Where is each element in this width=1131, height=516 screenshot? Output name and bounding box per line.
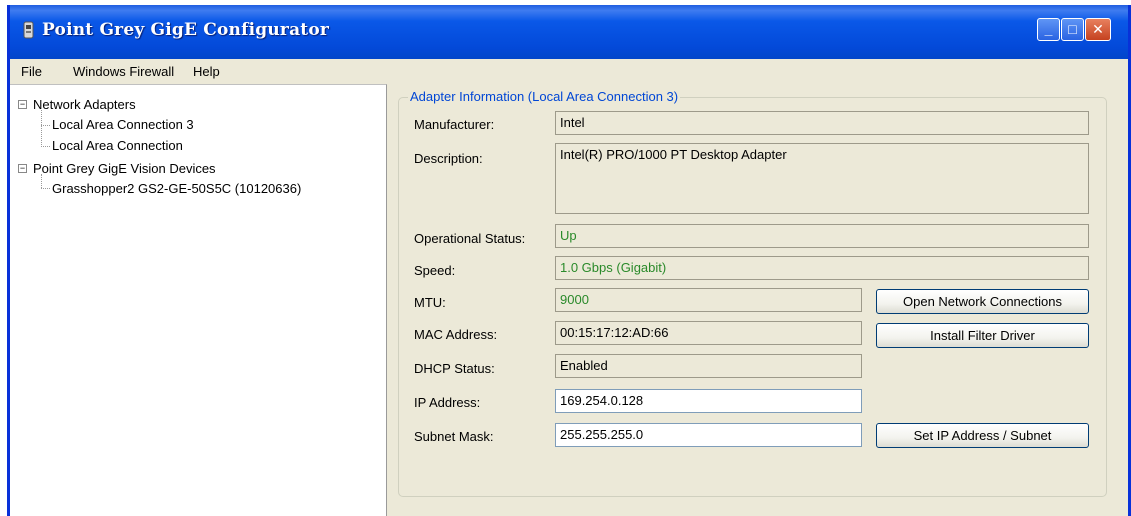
app-icon bbox=[23, 21, 34, 39]
tree-node-gige-vision-devices[interactable]: Point Grey GigE Vision Devices bbox=[33, 161, 216, 176]
description-field: Intel(R) PRO/1000 PT Desktop Adapter bbox=[555, 143, 1089, 214]
adapter-info-title: Adapter Information (Local Area Connecti… bbox=[408, 89, 681, 104]
device-tree[interactable]: − Network Adapters Local Area Connection… bbox=[10, 84, 387, 516]
manufacturer-field: Intel bbox=[555, 111, 1089, 135]
menu-help[interactable]: Help bbox=[193, 64, 220, 79]
dhcp-label: DHCP Status: bbox=[414, 361, 495, 376]
tree-node-network-adapters[interactable]: Network Adapters bbox=[33, 97, 136, 112]
minimize-button[interactable]: _ bbox=[1037, 18, 1060, 41]
tree-connector bbox=[41, 146, 50, 147]
ip-label: IP Address: bbox=[414, 395, 481, 410]
mac-label: MAC Address: bbox=[414, 327, 498, 342]
status-label: Operational Status: bbox=[414, 231, 526, 246]
maximize-button[interactable]: □ bbox=[1061, 18, 1084, 41]
tree-node-grasshopper2-camera[interactable]: Grasshopper2 GS2-GE-50S5C (10120636) bbox=[52, 181, 301, 196]
manufacturer-label: Manufacturer: bbox=[414, 117, 495, 132]
mac-field: 00:15:17:12:AD:66 bbox=[555, 321, 862, 345]
status-field: Up bbox=[555, 224, 1089, 248]
install-filter-driver-button[interactable]: Install Filter Driver bbox=[876, 323, 1089, 348]
menu-bar: File Windows Firewall Help bbox=[10, 59, 1128, 83]
open-network-connections-button[interactable]: Open Network Connections bbox=[876, 289, 1089, 314]
subnet-label: Subnet Mask: bbox=[414, 429, 494, 444]
dhcp-field: Enabled bbox=[555, 354, 862, 378]
tree-node-local-area-connection-3[interactable]: Local Area Connection 3 bbox=[52, 117, 194, 132]
tree-connector bbox=[41, 174, 42, 188]
collapse-icon[interactable]: − bbox=[18, 164, 27, 173]
tree-connector bbox=[41, 188, 50, 189]
subnet-mask-input[interactable]: 255.255.255.0 bbox=[555, 423, 862, 447]
app-window: Point Grey GigE Configurator _ □ ✕ File … bbox=[7, 5, 1131, 516]
title-bar[interactable]: Point Grey GigE Configurator _ □ ✕ bbox=[10, 5, 1128, 59]
window-title: Point Grey GigE Configurator bbox=[42, 20, 330, 40]
mtu-field: 9000 bbox=[555, 288, 862, 312]
set-ip-subnet-button[interactable]: Set IP Address / Subnet bbox=[876, 423, 1089, 448]
description-label: Description: bbox=[414, 151, 483, 166]
menu-windows-firewall[interactable]: Windows Firewall bbox=[73, 64, 174, 79]
tree-connector bbox=[41, 125, 50, 126]
speed-label: Speed: bbox=[414, 263, 456, 278]
mtu-label: MTU: bbox=[414, 295, 446, 310]
speed-field: 1.0 Gbps (Gigabit) bbox=[555, 256, 1089, 280]
ip-address-input[interactable]: 169.254.0.128 bbox=[555, 389, 862, 413]
collapse-icon[interactable]: − bbox=[18, 100, 27, 109]
tree-node-local-area-connection[interactable]: Local Area Connection bbox=[52, 138, 183, 153]
tree-connector bbox=[41, 110, 42, 147]
menu-file[interactable]: File bbox=[21, 64, 42, 79]
close-button[interactable]: ✕ bbox=[1085, 18, 1111, 41]
